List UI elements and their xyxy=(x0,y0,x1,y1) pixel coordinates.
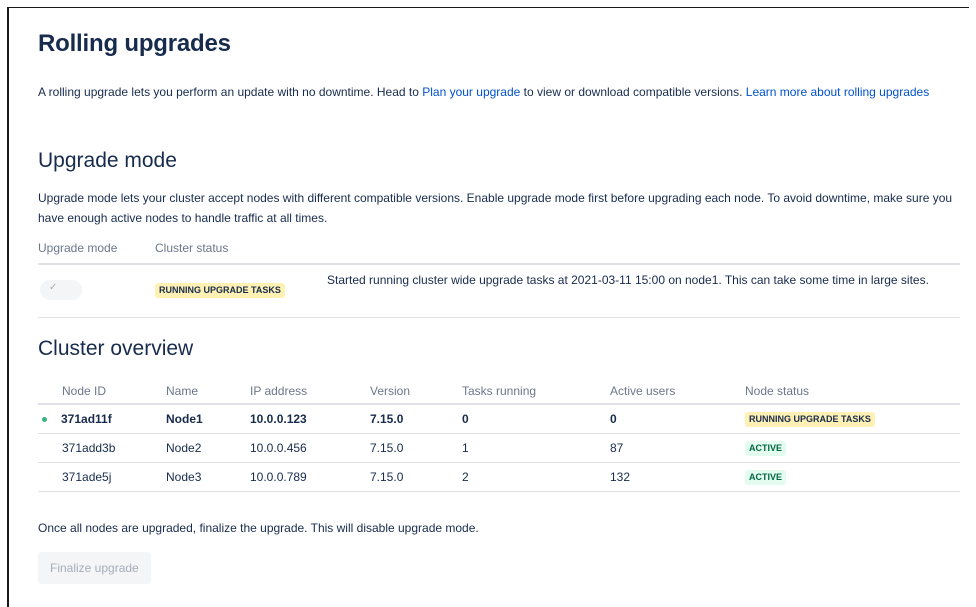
table-header-row: Node ID Name IP address Version Tasks ru… xyxy=(38,379,960,405)
intro-paragraph: A rolling upgrade lets you perform an up… xyxy=(38,82,950,102)
node-id-cell: 371ad11f xyxy=(38,404,166,434)
upgrade-mode-description: Upgrade mode lets your cluster accept no… xyxy=(38,191,953,225)
column-name: Name xyxy=(166,379,250,405)
node-users: 0 xyxy=(610,404,745,434)
node-users: 132 xyxy=(610,462,745,492)
upgrade-mode-heading: Upgrade mode xyxy=(38,149,177,172)
node-ip: 10.0.0.789 xyxy=(250,462,370,492)
node-name: Node3 xyxy=(166,462,250,492)
column-node-id: Node ID xyxy=(38,379,166,405)
column-version: Version xyxy=(370,379,462,405)
node-tasks: 2 xyxy=(462,462,610,492)
node-tasks: 1 xyxy=(462,433,610,463)
node-ip: 10.0.0.456 xyxy=(250,433,370,463)
node-status-cell: ACTIVE xyxy=(745,462,960,492)
intro-text-1: A rolling upgrade lets you perform an up… xyxy=(38,85,423,99)
upgrade-mode-row: ✓ RUNNING UPGRADE TASKS Started running … xyxy=(38,264,960,318)
cluster-status-text: Started running cluster wide upgrade tas… xyxy=(327,273,929,287)
node-id: 371ad11f xyxy=(61,412,112,426)
page-title: Rolling upgrades xyxy=(38,30,231,57)
status-badge: ACTIVE xyxy=(745,470,787,485)
upgrade-mode-toggle[interactable]: ✓ xyxy=(40,280,82,300)
node-version: 7.15.0 xyxy=(370,462,462,492)
node-users: 87 xyxy=(610,433,745,463)
table-row: 371add3b Node2 10.0.0.456 7.15.0 1 87 AC… xyxy=(38,433,960,463)
current-node-indicator xyxy=(42,417,47,423)
intro-text-2: to view or download compatible versions. xyxy=(520,85,746,99)
table-row: 371ade5j Node3 10.0.0.789 7.15.0 2 132 A… xyxy=(38,462,960,492)
table-row: 371ad11f Node1 10.0.0.123 7.15.0 0 0 RUN… xyxy=(38,404,960,434)
learn-more-link[interactable]: Learn more about rolling upgrades xyxy=(746,85,929,99)
node-version: 7.15.0 xyxy=(370,433,462,463)
node-status-cell: ACTIVE xyxy=(745,433,960,463)
node-name: Node1 xyxy=(166,404,250,434)
finalize-upgrade-button[interactable]: Finalize upgrade xyxy=(38,552,151,584)
node-id: 371add3b xyxy=(38,433,166,463)
column-cluster-status: Cluster status xyxy=(155,241,229,255)
finalize-description: Once all nodes are upgraded, finalize th… xyxy=(38,521,479,535)
column-active-users: Active users xyxy=(610,379,745,405)
column-node-status: Node status xyxy=(745,379,960,405)
column-upgrade-mode: Upgrade mode xyxy=(38,241,118,255)
column-ip-address: IP address xyxy=(250,379,370,405)
status-badge: RUNNING UPGRADE TASKS xyxy=(745,412,875,427)
cluster-nodes-table: Node ID Name IP address Version Tasks ru… xyxy=(38,379,960,492)
node-name: Node2 xyxy=(166,433,250,463)
status-badge: ACTIVE xyxy=(745,441,787,456)
node-ip: 10.0.0.123 xyxy=(250,404,370,434)
plan-upgrade-link[interactable]: Plan your upgrade xyxy=(422,85,520,99)
node-id: 371ade5j xyxy=(38,462,166,492)
page-frame: Rolling upgrades A rolling upgrade lets … xyxy=(7,7,969,607)
cluster-status-lozenge: RUNNING UPGRADE TASKS xyxy=(155,283,285,298)
column-tasks-running: Tasks running xyxy=(462,379,610,405)
cluster-overview-heading: Cluster overview xyxy=(38,337,194,360)
node-status-cell: RUNNING UPGRADE TASKS xyxy=(745,404,960,434)
node-tasks: 0 xyxy=(462,404,610,434)
node-version: 7.15.0 xyxy=(370,404,462,434)
check-icon: ✓ xyxy=(49,282,58,293)
upgrade-mode-table-header: Upgrade mode Cluster status xyxy=(38,235,960,265)
